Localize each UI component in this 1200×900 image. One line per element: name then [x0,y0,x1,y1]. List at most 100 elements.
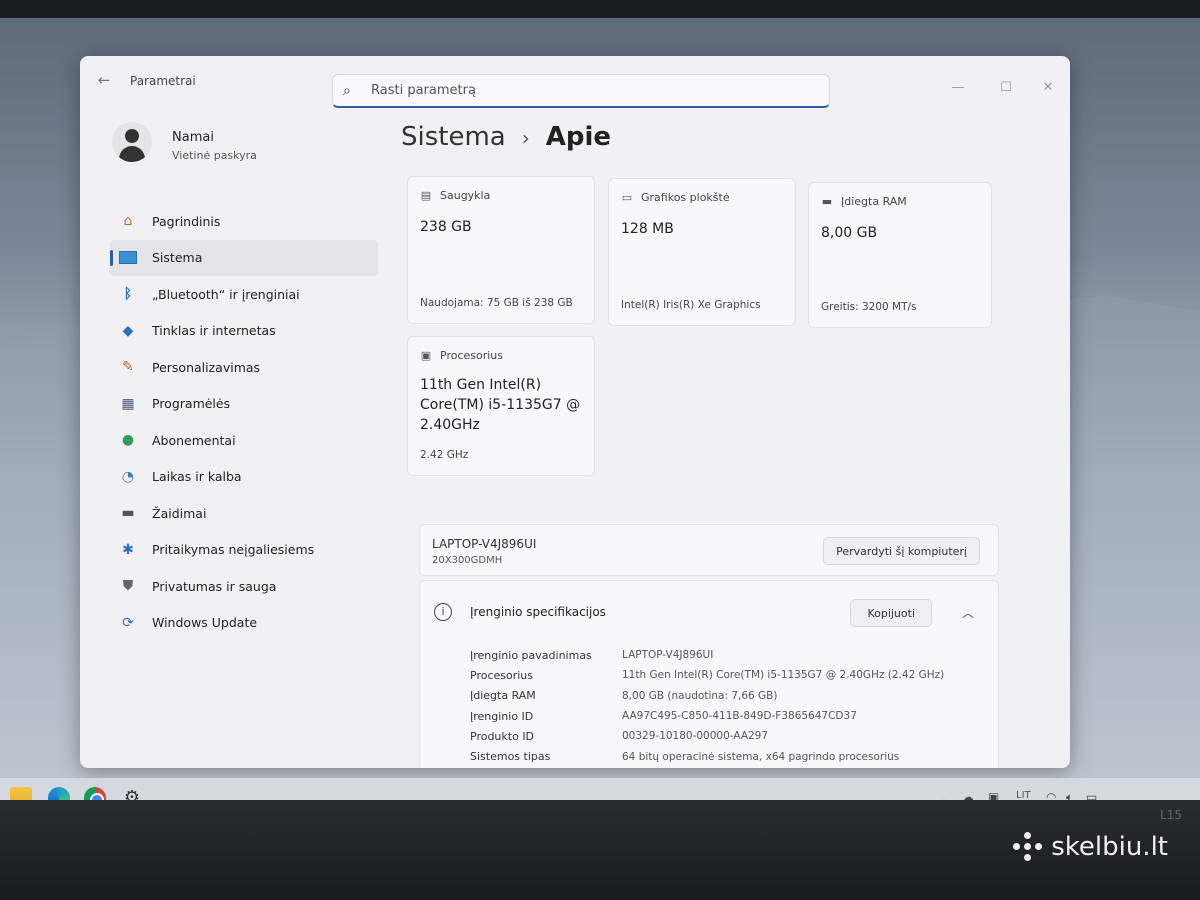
person-icon: ● [121,432,135,448]
sidebar-item-accounts[interactable]: ● Abonementai [110,422,378,458]
settings-gear-icon[interactable]: ⚙ [121,787,143,800]
title-bar: ← Parametrai ⌕ — ☐ ✕ [80,56,1070,108]
apps-icon: ▦ [121,395,135,412]
sidebar-item-label: Programėlės [152,396,231,411]
screen: ← Parametrai ⌕ — ☐ ✕ Namai Vietinė pasky… [0,18,1200,800]
search-box[interactable]: ⌕ [332,74,830,108]
card-label: Įdiegta RAM [841,195,907,208]
sidebar-item-home[interactable]: ⌂ Pagrindinis [110,203,378,239]
storage-card[interactable]: ▤ Saugykla 238 GB Naudojama: 75 GB iš 23… [407,176,595,324]
card-value: 11th Gen Intel(R) Core(TM) i5-1135G7 @ 2… [420,377,581,433]
sidebar-item-label: Laikas ir kalba [152,469,242,484]
chevron-up-tray-icon[interactable]: ︿ [938,790,950,800]
sidebar-item-system[interactable]: Sistema [110,239,378,276]
sidebar-item-label: Personalizavimas [152,359,261,375]
spec-value: LAPTOP-V4J896UI [622,649,714,662]
sidebar-item-bluetooth[interactable]: ᛒ „Bluetooth“ ir įrenginiai [110,276,378,312]
card-foot: 2.42 GHz [420,449,469,461]
close-icon[interactable]: ✕ [1038,80,1058,95]
sidebar-item-label: Tinklas ir internetas [152,323,276,338]
onedrive-icon[interactable]: ☁ [962,790,974,800]
sidebar-item-time-language[interactable]: ◔ Laikas ir kalba [110,459,378,495]
sidebar-item-windows-update[interactable]: ⟳ Windows Update [110,605,378,641]
chrome-browser-icon[interactable] [84,787,106,800]
storage-icon: ▤ [420,189,432,202]
sidebar-item-label: Windows Update [152,615,258,630]
spec-title: Įrenginio specifikacijos [470,605,606,619]
watermark-text: skelbiu.lt [1051,832,1168,862]
globe-clock-icon: ◔ [121,468,135,485]
sidebar-item-label: Pritaikymas neįgaliesiems [152,542,315,557]
brush-icon: ✎ [122,359,134,375]
profile-name: Namai [172,130,214,145]
gpu-card[interactable]: ▭ Grafikos plokštė 128 MB Intel(R) Iris(… [608,178,796,326]
spec-row: Procesorius 11th Gen Intel(R) Core(TM) i… [470,665,980,685]
chevron-right-icon: › [521,126,530,150]
device-name-row: LAPTOP-V4J896UI 20X300GDMH Pervardyti šį… [419,524,999,576]
spec-key: Procesorius [470,668,534,682]
card-value: 238 GB [420,219,472,235]
card-foot: Intel(R) Iris(R) Xe Graphics [621,299,761,311]
sidebar-item-personalization[interactable]: ✎ Personalizavimas [110,349,378,385]
language-indicator[interactable]: LIT [1016,790,1031,800]
card-value: 128 MB [621,221,674,237]
sidebar-item-privacy[interactable]: ⛊ Privatumas ir sauga [110,568,378,604]
spec-key: Produkto ID [470,729,535,743]
gamepad-icon: ▬ [121,505,135,521]
spec-value: AA97C495-C850-411B-849D-F3865647CD37 [622,710,857,723]
sidebar-item-label: Abonementai [152,432,236,448]
breadcrumb-parent[interactable]: Sistema [401,122,506,152]
card-label: Saugykla [440,189,491,202]
processor-icon: ▣ [420,349,432,362]
sidebar-item-accessibility[interactable]: ✱ Pritaikymas neįgaliesiems [110,532,378,568]
wifi-tray-icon[interactable]: ◠ [1046,790,1056,800]
update-icon: ⟳ [122,614,134,631]
user-profile[interactable]: Namai Vietinė paskyra [102,118,382,178]
device-specifications-panel: i Įrenginio specifikacijos Kopijuoti ︿ Į… [419,580,999,768]
spec-key: Įrenginio pavadinimas [470,648,592,662]
accessibility-icon: ✱ [122,541,134,558]
avatar [112,122,152,162]
battery-icon[interactable]: ▭ [1086,790,1097,800]
sidebar-item-label: Pagrindinis [152,213,221,229]
tray-app-icon[interactable]: ▣ [988,790,999,800]
search-input[interactable] [371,83,791,98]
rename-pc-button[interactable]: Pervardyti šį kompiuterį [823,537,980,565]
sidebar-item-network[interactable]: ◆ Tinklas ir internetas [110,313,378,349]
volume-icon[interactable]: 🔈︎ [1066,790,1073,800]
sidebar-item-label: „Bluetooth“ ir įrenginiai [152,286,300,302]
model-mark: L15 [1160,808,1182,822]
spec-key: Įrenginio ID [470,709,534,723]
monitor-icon [118,249,138,267]
spec-value: 64 bitų operacinė sistema, x64 pagrindo … [622,750,900,763]
spec-value: 8,00 GB (naudotina: 7,66 GB) [622,689,778,702]
spec-row: Sistemos tipas 64 bitų operacinė sistema… [470,746,980,766]
maximize-icon[interactable]: ☐ [996,80,1016,95]
ram-card[interactable]: ▬ Įdiegta RAM 8,00 GB Greitis: 3200 MT/s [808,182,992,328]
ram-icon: ▬ [821,195,833,208]
card-label: Procesorius [440,349,504,362]
file-explorer-icon[interactable] [10,787,32,800]
copy-button[interactable]: Kopijuoti [850,599,932,627]
chevron-up-icon[interactable]: ︿ [962,604,974,621]
cpu-card[interactable]: ▣ Procesorius 11th Gen Intel(R) Core(TM)… [407,336,595,476]
card-value: 8,00 GB [821,225,878,241]
sidebar-item-label: Sistema [152,250,203,265]
spec-table: Įrenginio pavadinimas LAPTOP-V4J896UI Pr… [470,645,980,767]
minimize-icon[interactable]: — [948,80,968,95]
card-foot: Greitis: 3200 MT/s [821,301,917,313]
spec-row: Įrenginio ID AA97C495-C850-411B-849D-F38… [470,706,980,726]
watermark: skelbiu.lt [1013,832,1168,862]
spec-key: Sistemos tipas [470,750,551,764]
sidebar-item-gaming[interactable]: ▬ Žaidimai [110,495,378,531]
edge-browser-icon[interactable] [48,787,70,800]
spec-value: 11th Gen Intel(R) Core(TM) i5-1135G7 @ 2… [622,669,945,682]
taskbar: ⚙ ︿ ☁ ▣ LIT ◠ 🔈︎ ▭ [0,778,1200,800]
sidebar-nav: ⌂ Pagrindinis Sistema ᛒ „Bluetooth“ ir į… [110,203,378,641]
back-arrow-icon[interactable]: ← [94,71,114,91]
watermark-logo-icon [1013,832,1043,862]
home-icon: ⌂ [123,213,133,229]
sidebar-item-apps[interactable]: ▦ Programėlės [110,386,378,422]
info-icon: i [434,603,452,621]
sidebar-item-label: Žaidimai [152,505,207,521]
